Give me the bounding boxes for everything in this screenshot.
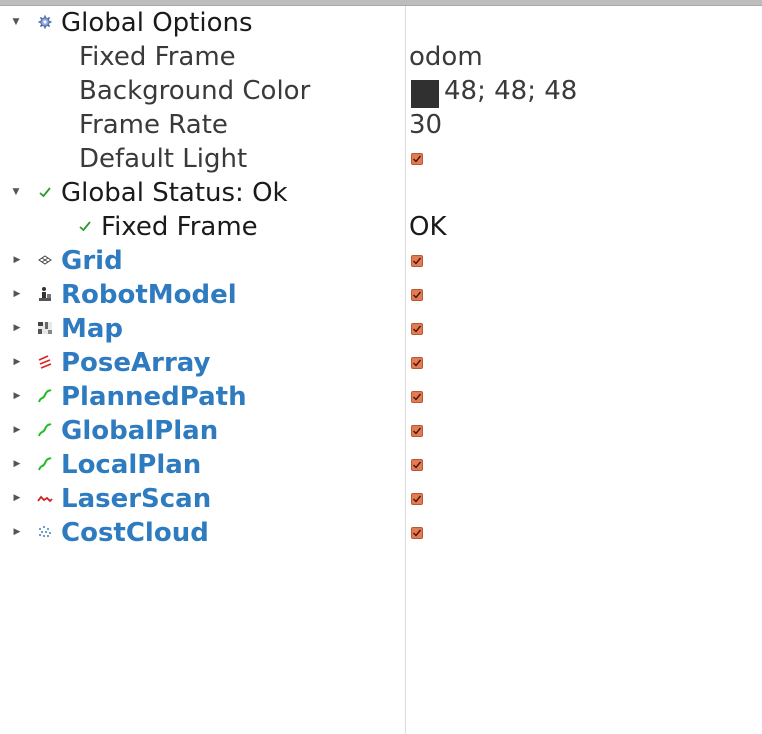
expand-arrow-right-icon[interactable]: ▶ bbox=[12, 390, 22, 402]
global-status-label: Global Status: Ok bbox=[61, 178, 288, 208]
tree-row-map[interactable]: ▶ Map bbox=[0, 312, 762, 346]
display-label-localplan: LocalPlan bbox=[61, 450, 202, 480]
localplan-checkbox[interactable] bbox=[411, 459, 423, 471]
tree-row-localplan[interactable]: ▶ LocalPlan bbox=[0, 448, 762, 482]
tree-row-laserscan[interactable]: ▶ LaserScan bbox=[0, 482, 762, 516]
gear-icon bbox=[37, 14, 53, 30]
display-label-globalplan: GlobalPlan bbox=[61, 416, 219, 446]
tree-row-posearray[interactable]: ▶ PoseArray bbox=[0, 346, 762, 380]
tree-row-frame-rate[interactable]: Frame Rate 30 bbox=[0, 108, 762, 142]
expand-arrow-down-icon[interactable]: ▼ bbox=[11, 16, 21, 28]
tree-row-grid[interactable]: ▶ Grid bbox=[0, 244, 762, 278]
fixed-frame-label: Fixed Frame bbox=[79, 42, 236, 72]
expand-arrow-right-icon[interactable]: ▶ bbox=[12, 356, 22, 368]
default-light-label: Default Light bbox=[79, 144, 248, 174]
costcloud-checkbox[interactable] bbox=[411, 527, 423, 539]
ok-check-icon bbox=[77, 218, 93, 234]
expand-arrow-right-icon[interactable]: ▶ bbox=[12, 526, 22, 538]
display-label-map: Map bbox=[61, 314, 124, 344]
ok-check-icon bbox=[37, 184, 53, 200]
path-icon bbox=[37, 422, 53, 438]
display-label-posearray: PoseArray bbox=[61, 348, 211, 378]
background-color-label: Background Color bbox=[79, 76, 311, 106]
laserscan-checkbox[interactable] bbox=[411, 493, 423, 505]
expand-arrow-down-icon[interactable]: ▼ bbox=[11, 186, 21, 198]
path-icon bbox=[37, 388, 53, 404]
display-label-robotmodel: RobotModel bbox=[61, 280, 237, 310]
display-label-grid: Grid bbox=[61, 246, 123, 276]
pose-array-icon bbox=[37, 354, 53, 370]
globalplan-checkbox[interactable] bbox=[411, 425, 423, 437]
display-label-plannedpath: PlannedPath bbox=[61, 382, 247, 412]
robotmodel-checkbox[interactable] bbox=[411, 289, 423, 301]
displays-panel: ▼ Global Options Fixed Frame odom Backgr… bbox=[0, 0, 762, 734]
tree-row-background-color[interactable]: Background Color 48; 48; 48 bbox=[0, 74, 762, 108]
tree-row-status-fixed-frame[interactable]: Fixed Frame OK bbox=[0, 210, 762, 244]
tree-row-fixed-frame[interactable]: Fixed Frame odom bbox=[0, 40, 762, 74]
status-fixed-frame-label: Fixed Frame bbox=[101, 212, 258, 242]
background-color-value[interactable]: 48; 48; 48 bbox=[444, 74, 577, 108]
tree-row-robotmodel[interactable]: ▶ RobotModel bbox=[0, 278, 762, 312]
point-cloud-icon bbox=[37, 524, 53, 540]
expand-arrow-right-icon[interactable]: ▶ bbox=[12, 492, 22, 504]
map-checkbox[interactable] bbox=[411, 323, 423, 335]
display-label-laserscan: LaserScan bbox=[61, 484, 212, 514]
fixed-frame-value[interactable]: odom bbox=[409, 40, 483, 74]
expand-arrow-right-icon[interactable]: ▶ bbox=[12, 322, 22, 334]
default-light-checkbox[interactable] bbox=[411, 153, 423, 165]
plannedpath-checkbox[interactable] bbox=[411, 391, 423, 403]
grid-icon bbox=[37, 252, 53, 268]
global-options-label: Global Options bbox=[61, 8, 253, 38]
tree-row-globalplan[interactable]: ▶ GlobalPlan bbox=[0, 414, 762, 448]
frame-rate-value[interactable]: 30 bbox=[409, 108, 442, 142]
expand-arrow-right-icon[interactable]: ▶ bbox=[12, 458, 22, 470]
map-icon bbox=[37, 320, 53, 336]
path-icon bbox=[37, 456, 53, 472]
tree-row-default-light[interactable]: Default Light bbox=[0, 142, 762, 176]
color-swatch[interactable] bbox=[411, 80, 439, 108]
grid-checkbox[interactable] bbox=[411, 255, 423, 267]
robot-model-icon bbox=[37, 286, 53, 302]
tree-row-plannedpath[interactable]: ▶ PlannedPath bbox=[0, 380, 762, 414]
display-tree: ▼ Global Options Fixed Frame odom Backgr… bbox=[0, 6, 762, 550]
expand-arrow-right-icon[interactable]: ▶ bbox=[12, 424, 22, 436]
status-fixed-frame-value: OK bbox=[409, 212, 447, 242]
expand-arrow-right-icon[interactable]: ▶ bbox=[12, 254, 22, 266]
tree-row-global-options[interactable]: ▼ Global Options bbox=[0, 6, 762, 40]
laser-scan-icon bbox=[37, 490, 53, 506]
tree-row-global-status[interactable]: ▼ Global Status: Ok bbox=[0, 176, 762, 210]
posearray-checkbox[interactable] bbox=[411, 357, 423, 369]
frame-rate-label: Frame Rate bbox=[79, 110, 228, 140]
expand-arrow-right-icon[interactable]: ▶ bbox=[12, 288, 22, 300]
tree-row-costcloud[interactable]: ▶ CostCloud bbox=[0, 516, 762, 550]
display-label-costcloud: CostCloud bbox=[61, 518, 209, 548]
